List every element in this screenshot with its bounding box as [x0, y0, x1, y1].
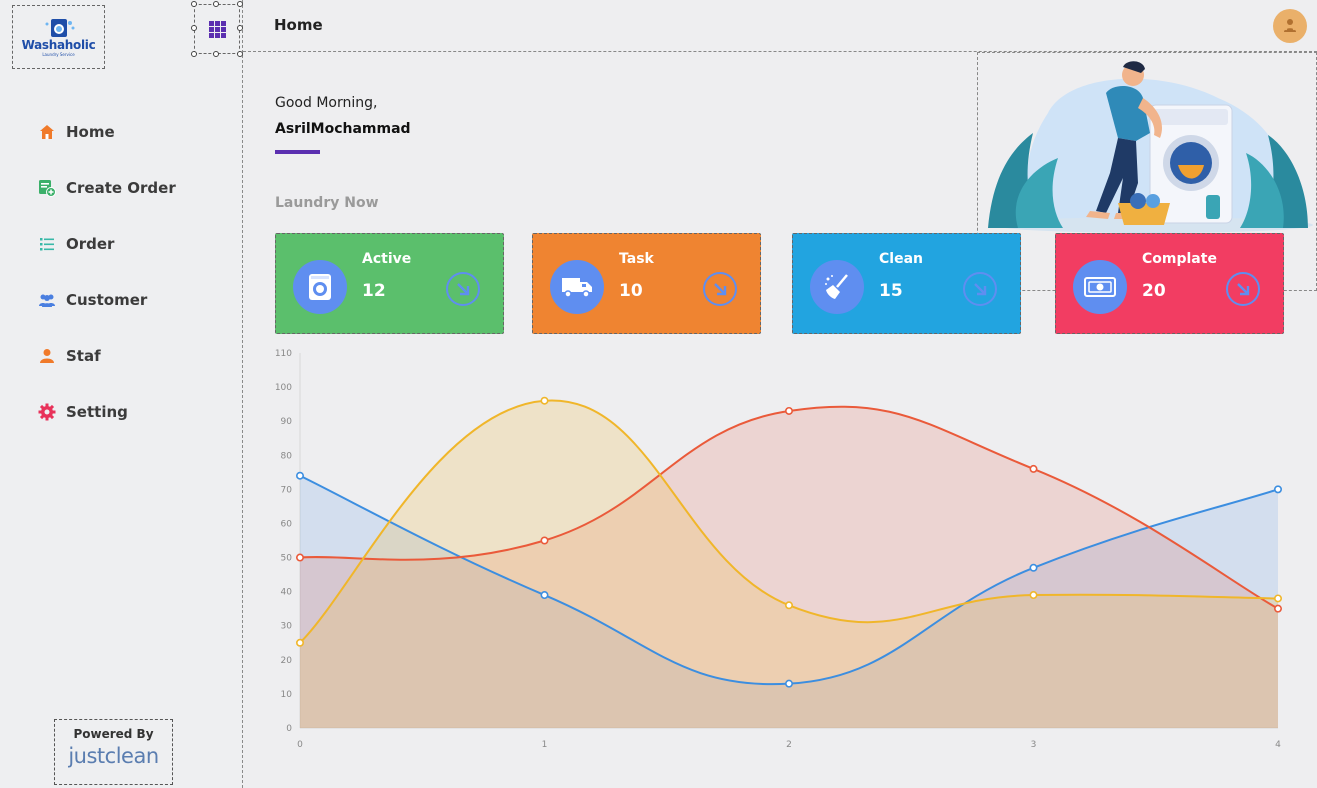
x-tick-label: 3	[1031, 740, 1037, 750]
sidebar-item-label: Customer	[66, 291, 148, 309]
top-bar: Home	[243, 0, 1317, 52]
sidebar-item-label: Create Order	[66, 179, 176, 197]
series-2-point	[540, 396, 549, 405]
sidebar-item-setting[interactable]: Setting	[38, 400, 176, 424]
chart-svg: 0 10 20 30 40 50 60 70 80 90 100 110 0 1 2 3 4	[275, 349, 1283, 750]
x-tick-label: 1	[542, 740, 548, 750]
sidebar-item-customer[interactable]: Customer	[38, 288, 176, 312]
series-0-point	[540, 591, 549, 600]
card-label: Complate	[1142, 251, 1217, 267]
name-underline	[275, 150, 320, 154]
sidebar-item-label: Order	[66, 235, 115, 253]
task-card[interactable]: Task 10	[532, 233, 761, 334]
series-0-point	[1274, 485, 1283, 494]
apps-grid-icon	[208, 20, 226, 38]
home-icon	[38, 123, 56, 141]
series-0-point	[784, 679, 793, 688]
logo-text: Washaholic	[21, 37, 96, 52]
series-2-point	[295, 638, 304, 647]
sidebar-item-order[interactable]: Order	[38, 232, 176, 256]
sidebar-item-create-order[interactable]: Create Order	[38, 176, 176, 200]
section-title: Laundry Now	[275, 195, 379, 211]
series-1-point	[540, 536, 549, 545]
arrow-down-right-icon	[703, 272, 737, 306]
y-tick-label: 30	[281, 622, 293, 632]
complate-card[interactable]: Complate 20	[1055, 233, 1284, 334]
y-tick-label: 100	[275, 383, 292, 393]
active-card[interactable]: Active 12	[275, 233, 504, 334]
money-icon	[1073, 260, 1127, 314]
create-order-icon	[38, 179, 56, 197]
series-0-point	[1029, 563, 1038, 572]
customers-icon	[38, 291, 56, 309]
y-tick-label: 20	[281, 656, 293, 666]
card-label: Clean	[879, 251, 923, 267]
y-tick-label: 50	[281, 554, 293, 564]
series-2-point	[1274, 594, 1283, 603]
area-chart: 0 10 20 30 40 50 60 70 80 90 100 110 0 1 2 3 4	[243, 340, 1317, 760]
card-label: Task	[619, 251, 654, 267]
sidebar-item-home[interactable]: Home	[38, 120, 176, 144]
card-value: 12	[362, 281, 386, 301]
justclean-logo: justclean	[68, 744, 159, 768]
series-2-point	[1029, 591, 1038, 600]
y-tick-label: 10	[281, 690, 293, 700]
sidebar-item-label: Home	[66, 123, 115, 141]
series-1-point	[784, 406, 793, 415]
sidebar-item-label: Staf	[66, 347, 101, 365]
x-tick-label: 2	[786, 740, 792, 750]
y-tick-label: 90	[281, 417, 293, 427]
greeting-text: Good Morning,	[275, 95, 378, 111]
user-name: AsrilMochammad	[275, 121, 411, 137]
y-tick-label: 0	[286, 724, 292, 734]
card-value: 20	[1142, 281, 1166, 301]
series-1-point	[1274, 604, 1283, 613]
sidebar: Washaholic Laundry Service Home Create O…	[0, 0, 243, 788]
powered-by-badge[interactable]: Powered By justclean	[54, 719, 173, 785]
series-1-point	[295, 553, 304, 562]
y-tick-label: 40	[281, 588, 293, 598]
powered-by-label: Powered By	[73, 727, 154, 741]
series-1-point	[1029, 464, 1038, 473]
arrow-down-right-icon	[963, 272, 997, 306]
delivery-truck-icon	[550, 260, 604, 314]
y-tick-label: 60	[281, 519, 293, 529]
arrow-down-right-icon	[1226, 272, 1260, 306]
washing-machine-icon	[293, 260, 347, 314]
page-title: Home	[274, 16, 323, 34]
user-avatar-button[interactable]	[1273, 9, 1307, 43]
broom-icon	[810, 260, 864, 314]
y-tick-label: 80	[281, 451, 293, 461]
menu-toggle-button[interactable]	[191, 1, 243, 57]
y-tick-label: 110	[275, 349, 292, 359]
clean-card[interactable]: Clean 15	[792, 233, 1021, 334]
card-label: Active	[362, 251, 412, 267]
gear-icon	[38, 403, 56, 421]
sidebar-nav: Home Create Order Order Customer Staf Se…	[38, 120, 176, 456]
x-tick-label: 4	[1275, 740, 1281, 750]
series-2-point	[784, 601, 793, 610]
card-value: 15	[879, 281, 903, 301]
y-tick-label: 70	[281, 485, 293, 495]
washing-machine-logo-icon	[45, 18, 74, 37]
sidebar-item-label: Setting	[66, 403, 128, 421]
logo-subtitle: Laundry Service	[42, 51, 75, 57]
x-tick-label: 0	[297, 740, 303, 750]
list-icon	[38, 235, 56, 253]
sidebar-item-staf[interactable]: Staf	[38, 344, 176, 368]
card-value: 10	[619, 281, 643, 301]
app-logo[interactable]: Washaholic Laundry Service	[12, 5, 105, 69]
series-0-point	[295, 471, 304, 480]
arrow-down-right-icon	[446, 272, 480, 306]
user-icon	[38, 347, 56, 365]
user-avatar-icon	[1284, 19, 1296, 32]
